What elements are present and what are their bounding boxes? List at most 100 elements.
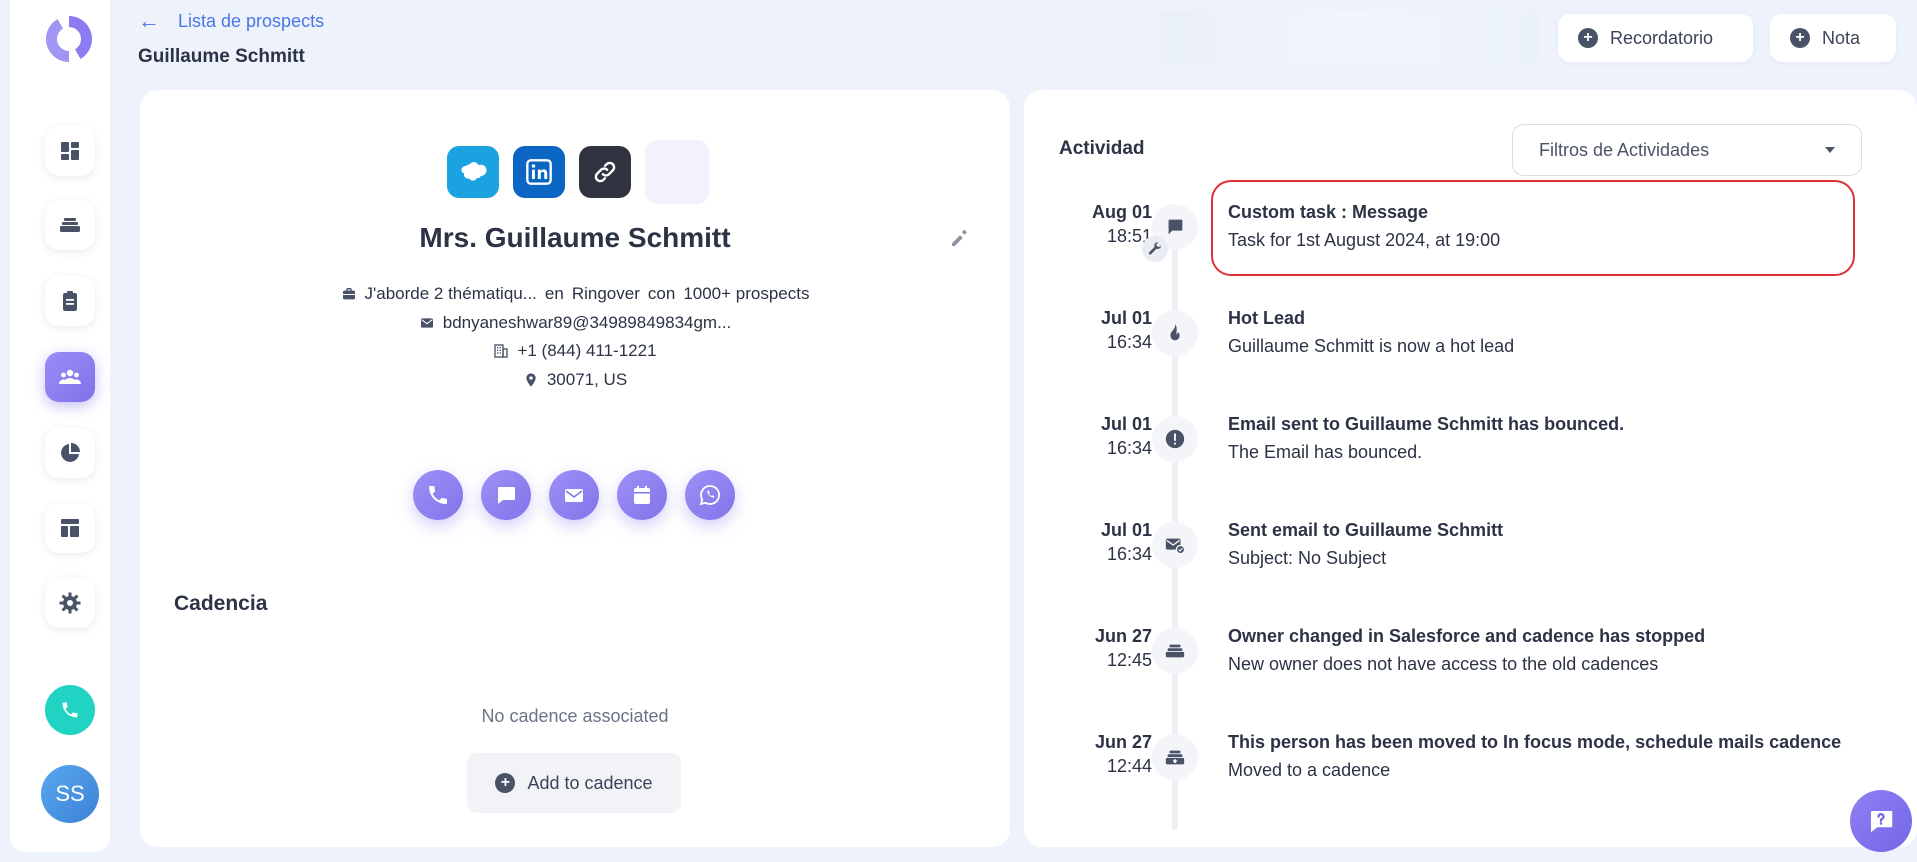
activity-title: Actividad [1059, 138, 1145, 159]
job-title: J'aborde 2 thématiqu... [364, 284, 537, 303]
activity-time: 12:45 [1106, 650, 1152, 670]
activity-title-text: Owner changed in Salesforce and cadence … [1228, 626, 1706, 646]
activity-date: Jun 27 [1094, 626, 1152, 646]
job-connector-con: con [647, 284, 676, 303]
activity-title-text: Email sent to Guillaume Schmitt has boun… [1228, 414, 1625, 434]
activity-time: 16:34 [1106, 544, 1152, 564]
mail-icon [420, 318, 433, 328]
activity-time: 12:44 [1106, 756, 1152, 776]
activity-subtitle-text: New owner does not have access to the ol… [1228, 654, 1659, 674]
activity-time: 16:34 [1106, 438, 1152, 458]
contact-actions [413, 470, 735, 520]
people-icon[interactable] [45, 352, 95, 402]
activity-entry[interactable]: Jun 27 12:45 Owner changed in Salesforce… [1024, 626, 1917, 716]
building-icon [494, 344, 509, 358]
add-reminder-button[interactable]: + Recordatorio [1558, 14, 1753, 62]
settings-gear-icon[interactable] [45, 578, 95, 628]
add-to-cadence-button[interactable]: + Add to cadence [467, 753, 681, 813]
activity-title-text: Sent email to Guillaume Schmitt [1228, 520, 1504, 540]
activity-subtitle-text: Subject: No Subject [1228, 548, 1387, 568]
back-to-prospects-link[interactable]: ← Lista de prospects [138, 8, 324, 34]
edit-pencil-icon[interactable] [948, 226, 972, 255]
cadence-stack-icon[interactable] [45, 200, 95, 250]
alert-icon [1152, 416, 1198, 462]
highlight-outline [1211, 180, 1855, 276]
activity-date: Jul 01 [1100, 308, 1152, 328]
wrench-icon [1142, 236, 1168, 262]
activity-date: Aug 01 [1091, 202, 1152, 222]
page-title: Guillaume Schmitt [138, 46, 305, 67]
activity-time: 16:34 [1106, 332, 1152, 352]
activity-date: Jul 01 [1100, 414, 1152, 434]
job-line: J'aborde 2 thématiqu... en Ringover con … [140, 284, 1010, 304]
avatar[interactable]: SS [41, 765, 99, 823]
flame-icon [1152, 310, 1198, 356]
arrow-left-icon: ← [138, 8, 160, 33]
location-line: 30071, US [140, 370, 1010, 390]
email-value: bdnyaneshwar89@34989849834gm... [442, 313, 732, 332]
activity-subtitle-text: Moved to a cadence [1228, 760, 1391, 780]
activity-entry[interactable]: Jul 01 16:34 Hot Lead Guillaume Schmitt … [1024, 308, 1917, 398]
location-value: 30071, US [546, 370, 628, 389]
activity-filter-placeholder: Filtros de Actividades [1539, 139, 1710, 160]
phone-line[interactable]: +1 (844) 411-1221 [140, 341, 1010, 361]
cadence-stack-icon [1152, 628, 1198, 674]
activity-entry[interactable]: Jul 01 16:34 Email sent to Guillaume Sch… [1024, 414, 1917, 504]
briefcase-icon [342, 288, 355, 300]
integration-links [447, 140, 709, 204]
chevron-down-icon [1825, 147, 1835, 153]
activity-subtitle-text: Guillaume Schmitt is now a hot lead [1228, 336, 1515, 356]
activity-entry[interactable]: Jun 27 12:44 This person has been moved … [1024, 732, 1917, 822]
add-note-button[interactable]: + Nota [1770, 14, 1896, 62]
linkedin-icon[interactable] [513, 146, 565, 198]
message-action-icon[interactable] [481, 470, 531, 520]
sidebar: SS [10, 0, 110, 852]
add-to-cadence-label: Add to cadence [527, 772, 653, 793]
location-pin-icon [526, 373, 536, 387]
prospect-card: Mrs. Guillaume Schmitt J'aborde 2 thémat… [140, 90, 1010, 847]
plus-circle-icon: + [1578, 28, 1598, 48]
activity-entry[interactable]: Aug 01 18:51 Custom task : Message Task … [1024, 180, 1917, 292]
prospects-count: 1000+ prospects [683, 284, 810, 303]
activity-card: Actividad Filtros de Actividades Aug 01 … [1024, 90, 1917, 847]
app-logo[interactable] [46, 16, 92, 62]
cadence-add-icon [1152, 734, 1198, 780]
no-cadence-text: No cadence associated [481, 706, 669, 726]
link-icon[interactable] [579, 146, 631, 198]
salesforce-icon[interactable] [447, 146, 499, 198]
email-line[interactable]: bdnyaneshwar89@34989849834gm... [140, 313, 1010, 333]
activity-filter-select[interactable]: Filtros de Actividades [1512, 124, 1862, 176]
plus-circle-icon: + [1790, 28, 1810, 48]
cadence-section-title: Cadencia [174, 592, 268, 615]
activity-entry[interactable]: Jul 01 16:34 Sent email to Guillaume Sch… [1024, 520, 1917, 610]
help-question-icon [1871, 811, 1893, 833]
activity-date: Jul 01 [1100, 520, 1152, 540]
reminder-label: Recordatorio [1610, 27, 1714, 48]
note-label: Nota [1822, 27, 1861, 48]
activity-title-text: This person has been moved to In focus m… [1228, 732, 1842, 752]
pie-chart-icon[interactable] [45, 428, 95, 478]
templates-layout-icon[interactable] [45, 503, 95, 553]
integration-placeholder [645, 140, 709, 204]
tasks-clipboard-icon[interactable] [45, 276, 95, 326]
activity-date: Jun 27 [1094, 732, 1152, 752]
plus-circle-icon: + [495, 773, 516, 793]
dashboard-icon[interactable] [45, 126, 95, 176]
mail-sent-icon [1152, 522, 1198, 568]
phone-value: +1 (844) 411-1221 [517, 341, 657, 360]
company-name: Ringover [571, 284, 640, 303]
dialer-phone-icon[interactable] [45, 685, 95, 735]
calendar-action-icon[interactable] [617, 470, 667, 520]
back-link-label: Lista de prospects [178, 10, 325, 31]
job-connector-en: en [544, 284, 564, 303]
call-action-icon[interactable] [413, 470, 463, 520]
activity-time: 18:51 [1106, 226, 1152, 246]
prospect-name: Mrs. Guillaume Schmitt [419, 222, 731, 253]
activity-subtitle-text: Task for 1st August 2024, at 19:00 [1228, 230, 1501, 250]
activity-subtitle-text: The Email has bounced. [1228, 442, 1423, 462]
whatsapp-action-icon[interactable] [685, 470, 735, 520]
help-chat-button[interactable] [1850, 790, 1912, 852]
header-decoration [1160, 10, 1540, 64]
activity-title-text: Custom task : Message [1228, 202, 1429, 222]
email-action-icon[interactable] [549, 470, 599, 520]
